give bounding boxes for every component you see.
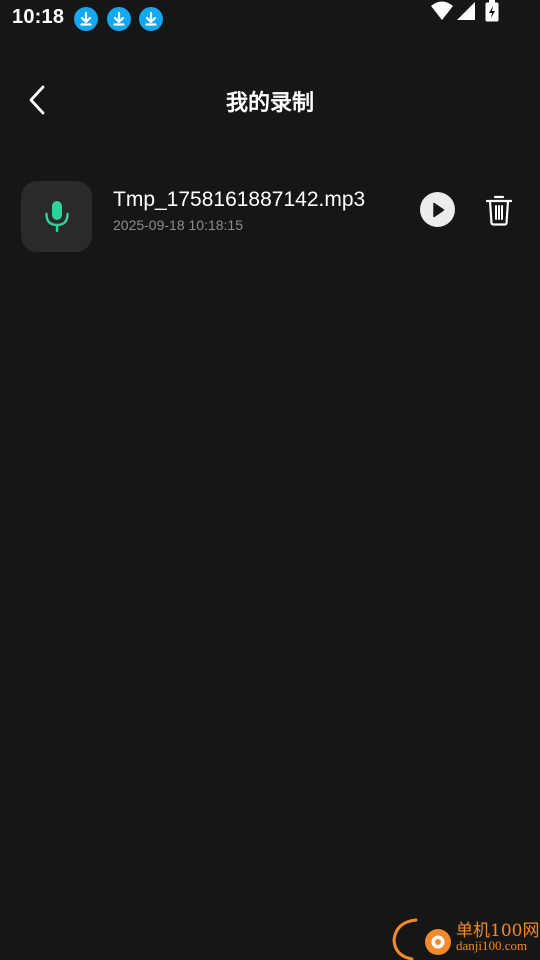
header: 我的录制 (0, 70, 540, 132)
download-icon (107, 7, 131, 31)
download-icon (139, 7, 163, 31)
wifi-icon (430, 0, 454, 26)
trash-icon (485, 195, 513, 226)
play-button[interactable] (420, 192, 455, 227)
microphone-icon (44, 200, 69, 232)
delete-button[interactable] (483, 192, 515, 228)
watermark: 单机100网 danji100.com (390, 914, 540, 960)
status-time: 10:18 (12, 6, 65, 28)
screen: 10:18 我的录制 Tmp_1758161887142.mp3 2025-09… (0, 0, 540, 960)
recording-name: Tmp_1758161887142.mp3 (113, 188, 366, 211)
play-icon (432, 202, 444, 217)
list-item[interactable]: Tmp_1758161887142.mp3 2025-09-18 10:18:1… (21, 180, 521, 252)
recording-datetime: 2025-09-18 10:18:15 (113, 217, 243, 233)
recording-thumbnail (21, 181, 92, 252)
signal-icon (456, 0, 476, 26)
battery-charging-icon (485, 0, 499, 26)
download-icon (74, 7, 98, 31)
page-title: 我的录制 (225, 91, 314, 116)
watermark-domain: danji100.com (456, 938, 528, 953)
status-bar: 10:18 (0, 0, 540, 38)
watermark-logo-icon (392, 918, 451, 960)
